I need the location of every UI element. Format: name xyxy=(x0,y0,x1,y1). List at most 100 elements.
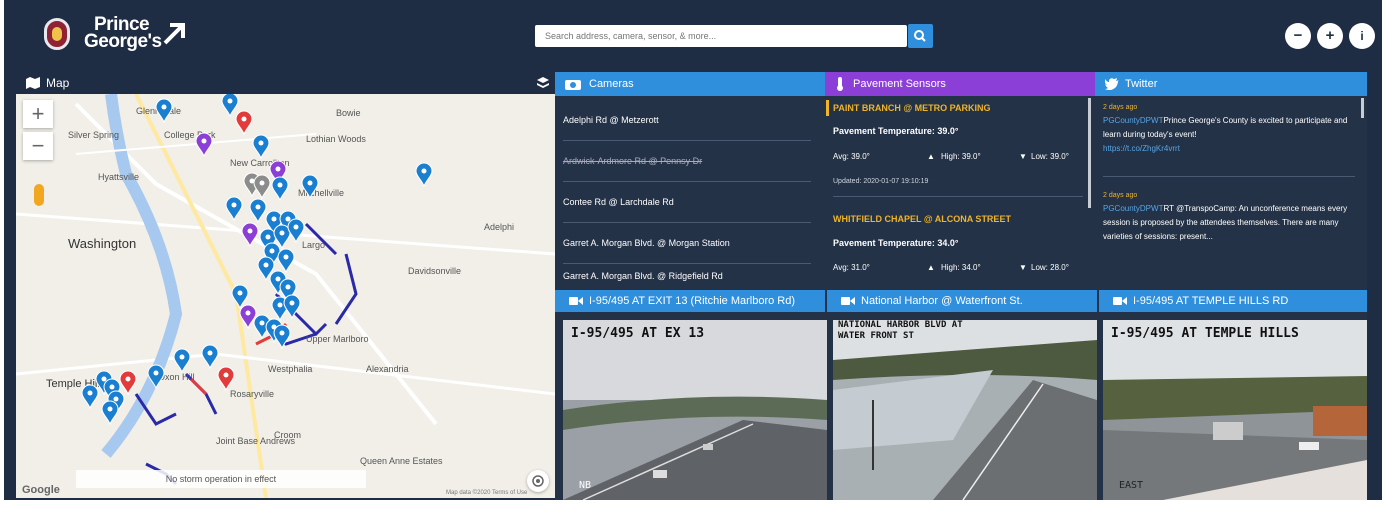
map-camera-marker[interactable] xyxy=(252,134,270,160)
zoom-out-button[interactable]: − xyxy=(1285,23,1311,49)
camera-list-item[interactable]: Garret A. Morgan Blvd. @ Morgan Station xyxy=(563,223,811,264)
video-header: I-95/495 AT TEMPLE HILLS RD xyxy=(1099,290,1367,312)
map-camera-marker[interactable] xyxy=(301,174,319,200)
map-credits[interactable]: Map data ©2020 Terms of Use xyxy=(446,490,527,496)
map-alert-marker[interactable] xyxy=(119,370,137,396)
camera-list-item[interactable]: Adelphi Rd @ Metzerott xyxy=(563,100,811,141)
twitter-bird-icon xyxy=(1105,78,1119,90)
arrow-down-icon: ▼ xyxy=(1019,152,1027,161)
map-camera-marker[interactable] xyxy=(271,176,289,202)
map-camera-marker[interactable] xyxy=(273,324,291,350)
pavement-scrollbar[interactable] xyxy=(1088,98,1091,208)
map-camera-marker[interactable] xyxy=(225,196,243,222)
info-icon: i xyxy=(1360,29,1364,43)
map-canvas[interactable]: Washington Silver Spring College Park Bo… xyxy=(16,94,555,498)
map-camera-marker[interactable] xyxy=(231,284,249,310)
cameras-header: Cameras xyxy=(555,72,825,96)
twitter-scrollbar[interactable] xyxy=(1361,98,1364,118)
video-header: I-95/495 AT EXIT 13 (Ritchie Marlboro Rd… xyxy=(555,290,825,312)
tweet-text: PGCountyDPWTRT @TranspoCamp: An unconfer… xyxy=(1103,202,1355,244)
my-location-button[interactable] xyxy=(527,470,549,492)
map-marker-dot xyxy=(279,230,285,236)
info-button[interactable]: i xyxy=(1349,23,1375,49)
map-sensor-marker[interactable] xyxy=(241,222,259,248)
sensor-name[interactable]: PAINT BRANCH @ METRO PARKING xyxy=(833,103,990,113)
tweet-handle-link[interactable]: PGCountyDPWT xyxy=(1103,204,1163,213)
map-marker-dot xyxy=(277,182,283,188)
arrow-up-right-icon xyxy=(163,23,185,45)
map-marker-dot xyxy=(201,138,207,144)
map-marker-dot xyxy=(283,254,289,260)
google-logo: Google xyxy=(22,484,60,496)
map-camera-marker[interactable] xyxy=(101,400,119,426)
map-camera-marker[interactable] xyxy=(81,384,99,410)
map-alert-marker[interactable] xyxy=(235,110,253,136)
zoom-in-button[interactable]: + xyxy=(1317,23,1343,49)
pavement-sensors-panel: Pavement Sensors PAINT BRANCH @ METRO PA… xyxy=(825,72,1095,290)
crosshair-icon xyxy=(532,475,544,487)
map-zoom-out-button[interactable]: − xyxy=(23,132,53,160)
county-seal-icon xyxy=(44,18,70,50)
map-panel: Map Washington Silver Spring College Par… xyxy=(16,72,555,498)
map-camera-marker[interactable] xyxy=(287,218,305,244)
search-input[interactable] xyxy=(535,25,907,47)
map-marker-dot xyxy=(285,216,291,222)
twitter-header: Twitter xyxy=(1095,72,1367,96)
traffic-camera-feed[interactable]: I-95/495 AT TEMPLE HILLS EAST xyxy=(1103,320,1367,500)
pavement-header: Pavement Sensors xyxy=(825,72,1095,96)
traffic-camera-feed[interactable]: NATIONAL HARBOR BLVD AT WATER FRONT ST xyxy=(833,320,1097,500)
pegman-icon[interactable] xyxy=(34,184,44,206)
storm-status-banner: No storm operation in effect xyxy=(76,470,366,488)
sensor-stats: Avg: 39.0° ▲ High: 39.0° ▼ Low: 39.0° xyxy=(833,152,1083,161)
feed-image xyxy=(563,320,827,500)
map-camera-marker[interactable] xyxy=(277,248,295,274)
search-button[interactable] xyxy=(908,24,933,48)
map-marker-dot xyxy=(277,302,283,308)
tweet-time: 2 days ago xyxy=(1103,192,1138,199)
video-title: I-95/495 AT EXIT 13 (Ritchie Marlboro Rd… xyxy=(589,295,796,307)
feed-overlay-text: NATIONAL HARBOR BLVD AT WATER FRONT ST xyxy=(838,320,963,341)
layers-icon[interactable] xyxy=(537,77,549,89)
map-marker-dot xyxy=(275,166,281,172)
traffic-camera-feed[interactable]: I-95/495 AT EX 13 NB xyxy=(563,320,827,500)
app-root: Prince George's − + i Map xyxy=(4,0,1382,500)
map-camera-marker[interactable] xyxy=(415,162,433,188)
map-camera-marker[interactable] xyxy=(173,348,191,374)
map-marker-dot xyxy=(87,390,93,396)
map-camera-marker[interactable] xyxy=(201,344,219,370)
map-alert-marker[interactable] xyxy=(217,366,235,392)
map-header: Map xyxy=(16,72,555,94)
map-camera-marker[interactable] xyxy=(155,98,173,124)
map-camera-marker[interactable] xyxy=(147,364,165,390)
arrow-down-icon: ▼ xyxy=(1019,263,1027,272)
camera-list-item[interactable]: Garret A. Morgan Blvd. @ Ridgefield Rd xyxy=(563,264,811,288)
plus-icon: + xyxy=(1325,27,1335,44)
map-marker-dot xyxy=(245,310,251,316)
map-camera-marker[interactable] xyxy=(283,294,301,320)
map-camera-marker[interactable] xyxy=(253,174,271,200)
map-sensor-marker[interactable] xyxy=(195,132,213,158)
tweet-handle-link[interactable]: PGCountyDPWT xyxy=(1103,116,1163,125)
camera-list-item[interactable]: Ardwick-Ardmore Rd @ Pennsy Dr xyxy=(563,141,811,182)
thermometer-icon xyxy=(837,77,843,91)
map-marker-dot xyxy=(263,262,269,268)
map-marker-dot xyxy=(279,330,285,336)
sensor-avg: Avg: 39.0° xyxy=(833,152,870,161)
feed-image xyxy=(833,320,1097,500)
sensor-name[interactable]: WHITFIELD CHAPEL @ ALCONA STREET xyxy=(833,214,1011,224)
map-camera-marker[interactable] xyxy=(249,198,267,224)
map-sensor-marker[interactable] xyxy=(239,304,257,330)
camera-list-item[interactable]: Contee Rd @ Larchdale Rd xyxy=(563,182,811,223)
map-marker-dot xyxy=(255,204,261,210)
map-marker-dot xyxy=(107,406,113,412)
county-logo[interactable]: Prince George's xyxy=(42,14,192,56)
minus-icon: − xyxy=(1293,27,1303,44)
map-marker-dot xyxy=(271,216,277,222)
map-camera-marker[interactable] xyxy=(221,94,239,118)
map-marker-dot xyxy=(227,98,233,104)
map-zoom-in-button[interactable]: + xyxy=(23,100,53,128)
video-camera-icon xyxy=(569,297,583,305)
tweet-text: PGCountyDPWTPrince George's County is ex… xyxy=(1103,114,1355,156)
arrow-up-icon: ▲ xyxy=(927,152,935,161)
tweet-url-link[interactable]: https://t.co/ZhgKr4vrrt xyxy=(1103,144,1180,153)
